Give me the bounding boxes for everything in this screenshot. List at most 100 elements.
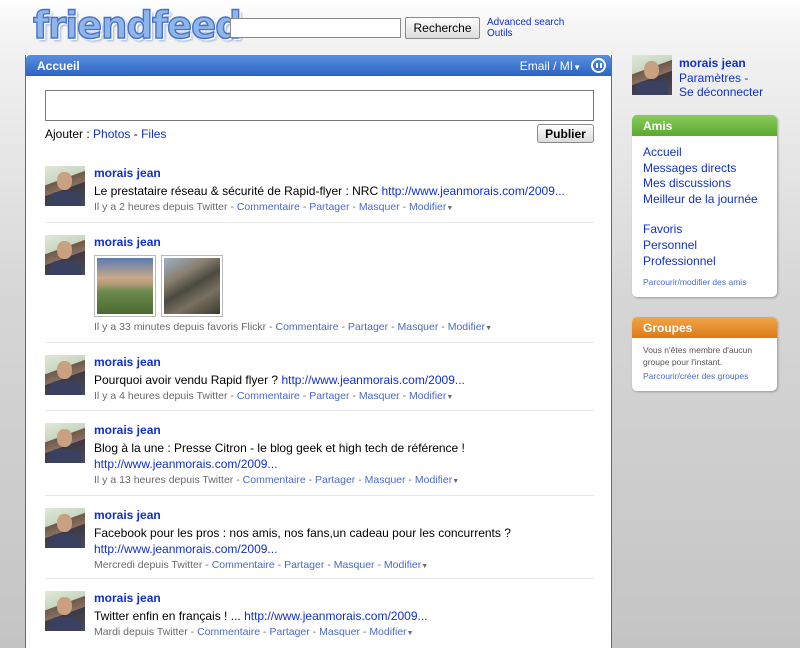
avatar[interactable] — [45, 355, 85, 395]
entry-meta: Il y a 13 heures depuis Twitter - Commen… — [94, 474, 460, 486]
photo-thumbnail[interactable] — [161, 255, 223, 317]
friendfeed-logo[interactable]: friendfeed — [32, 3, 242, 47]
avatar[interactable] — [45, 423, 85, 463]
caret-down-icon: ▼ — [446, 205, 454, 212]
groups-panel: Groupes Vous n'êtes membre d'aucun group… — [632, 317, 777, 391]
comment-link[interactable]: Commentaire — [212, 559, 275, 571]
entry-link[interactable]: http://www.jeanmorais.com/2009... — [381, 184, 564, 198]
comment-link[interactable]: Commentaire — [243, 474, 306, 486]
photo-thumbnails — [94, 255, 594, 317]
sidebar-item-direct-messages[interactable]: Messages directs — [643, 161, 777, 177]
add-files-link[interactable]: Files — [141, 127, 166, 141]
entry-text: Blog à la une : Presse Citron - le blog … — [94, 441, 465, 471]
search-input[interactable] — [230, 18, 401, 38]
hide-link[interactable]: Masquer — [359, 201, 400, 213]
entry-meta: Il y a 4 heures depuis Twitter - Comment… — [94, 390, 454, 402]
author-link[interactable]: morais jean — [94, 591, 594, 605]
user-name-link[interactable]: morais jean — [679, 56, 746, 70]
author-link[interactable]: morais jean — [94, 166, 594, 180]
entry-text: Twitter enfin en français ! ... http://w… — [94, 609, 428, 623]
entry-text: Le prestataire réseau & sécurité de Rapi… — [94, 184, 565, 198]
share-link[interactable]: Partager — [348, 321, 388, 333]
entry-meta: Mercredi depuis Twitter - Commentaire - … — [94, 559, 429, 571]
photo-thumbnail[interactable] — [94, 255, 156, 317]
entry-link[interactable]: http://www.jeanmorais.com/2009... — [94, 457, 277, 471]
modify-link[interactable]: Modifier — [409, 390, 446, 402]
modify-link[interactable]: Modifier — [384, 559, 421, 571]
author-link[interactable]: morais jean — [94, 423, 594, 437]
feed-entry: morais jean Pourquoi avoir vendu Rapid f… — [45, 342, 594, 402]
avatar[interactable] — [45, 508, 85, 548]
entry-meta: Il y a 33 minutes depuis favoris Flickr … — [94, 321, 492, 333]
hide-link[interactable]: Masquer — [359, 390, 400, 402]
share-link[interactable]: Partager — [269, 626, 309, 638]
author-link[interactable]: morais jean — [94, 355, 594, 369]
header-links: Advanced search Outils — [487, 17, 564, 39]
author-link[interactable]: morais jean — [94, 235, 594, 249]
sidebar-item-home[interactable]: Accueil — [643, 145, 777, 161]
feed-entry: morais jean Twitter enfin en français ! … — [45, 578, 594, 638]
page-title: Accueil — [37, 59, 80, 73]
share-link[interactable]: Partager — [309, 390, 349, 402]
search-button[interactable]: Recherche — [405, 17, 480, 39]
browse-friends-link[interactable]: Parcourir/modifier des amis — [643, 277, 777, 287]
comment-link[interactable]: Commentaire — [237, 201, 300, 213]
sidebar-item-best-of-day[interactable]: Meilleur de la journée — [643, 192, 777, 208]
friends-panel-title: Amis — [632, 115, 777, 136]
entry-meta: Il y a 2 heures depuis Twitter - Comment… — [94, 201, 454, 213]
modify-link[interactable]: Modifier — [369, 626, 406, 638]
hide-link[interactable]: Masquer — [334, 559, 375, 571]
feed-entry: morais jean Blog à la une : Presse Citro… — [45, 410, 594, 486]
share-link[interactable]: Partager — [284, 559, 324, 571]
add-attachment-row: Ajouter : Photos - Files — [45, 127, 167, 141]
avatar[interactable] — [45, 235, 85, 275]
author-link[interactable]: morais jean — [94, 508, 594, 522]
share-input[interactable] — [45, 90, 594, 121]
entry-link[interactable]: http://www.jeanmorais.com/2009... — [94, 542, 277, 556]
hide-link[interactable]: Masquer — [319, 626, 360, 638]
caret-down-icon: ▼ — [573, 63, 581, 72]
share-link[interactable]: Partager — [315, 474, 355, 486]
caret-down-icon: ▼ — [485, 325, 492, 332]
publish-button[interactable]: Publier — [537, 124, 594, 143]
hide-link[interactable]: Masquer — [398, 321, 439, 333]
comment-link[interactable]: Commentaire — [276, 321, 339, 333]
browse-groups-link[interactable]: Parcourir/créer des groupes — [643, 371, 777, 381]
comment-link[interactable]: Commentaire — [237, 390, 300, 402]
share-link[interactable]: Partager — [309, 201, 349, 213]
settings-link[interactable]: Paramètres - — [679, 71, 748, 85]
main-feed-panel: Accueil Email / MI▼ Ajouter : Photos - F… — [25, 55, 612, 648]
entry-text: Facebook pour les pros : nos amis, nos f… — [94, 526, 511, 556]
comment-link[interactable]: Commentaire — [197, 626, 260, 638]
avatar[interactable] — [632, 55, 672, 95]
sidebar-item-professional[interactable]: Professionnel — [643, 254, 777, 270]
feed-entry: morais jean Facebook pour les pros : nos… — [45, 495, 594, 571]
sidebar-item-favorites[interactable]: Favoris — [643, 222, 777, 238]
caret-down-icon: ▼ — [421, 563, 429, 570]
entry-link[interactable]: http://www.jeanmorais.com/2009... — [244, 609, 427, 623]
logout-link[interactable]: Se déconnecter — [679, 85, 763, 99]
modify-link[interactable]: Modifier — [415, 474, 452, 486]
pause-icon[interactable] — [591, 58, 606, 73]
sidebar-item-personal[interactable]: Personnel — [643, 238, 777, 254]
advanced-search-link[interactable]: Advanced search — [487, 17, 564, 28]
avatar[interactable] — [45, 166, 85, 206]
add-label: Ajouter : — [45, 127, 90, 141]
add-photos-link[interactable]: Photos — [93, 127, 130, 141]
email-im-menu[interactable]: Email / MI▼ — [520, 59, 581, 73]
avatar[interactable] — [45, 591, 85, 631]
entry-link[interactable]: http://www.jeanmorais.com/2009... — [281, 373, 464, 387]
caret-down-icon: ▼ — [406, 630, 414, 637]
caret-down-icon: ▼ — [452, 478, 460, 485]
friends-panel: Amis Accueil Messages directs Mes discus… — [632, 115, 777, 297]
sidebar-item-my-discussions[interactable]: Mes discussions — [643, 176, 777, 192]
tools-link[interactable]: Outils — [487, 28, 564, 39]
hide-link[interactable]: Masquer — [365, 474, 406, 486]
main-title-bar: Accueil Email / MI▼ — [26, 55, 611, 76]
groups-panel-title: Groupes — [632, 317, 777, 338]
groups-empty-text: Vous n'êtes membre d'aucun groupe pour l… — [643, 345, 753, 367]
modify-link[interactable]: Modifier — [448, 321, 485, 333]
modify-link[interactable]: Modifier — [409, 201, 446, 213]
entry-text: Pourquoi avoir vendu Rapid flyer ? http:… — [94, 373, 465, 387]
entry-meta: Mardi depuis Twitter - Commentaire - Par… — [94, 626, 414, 638]
